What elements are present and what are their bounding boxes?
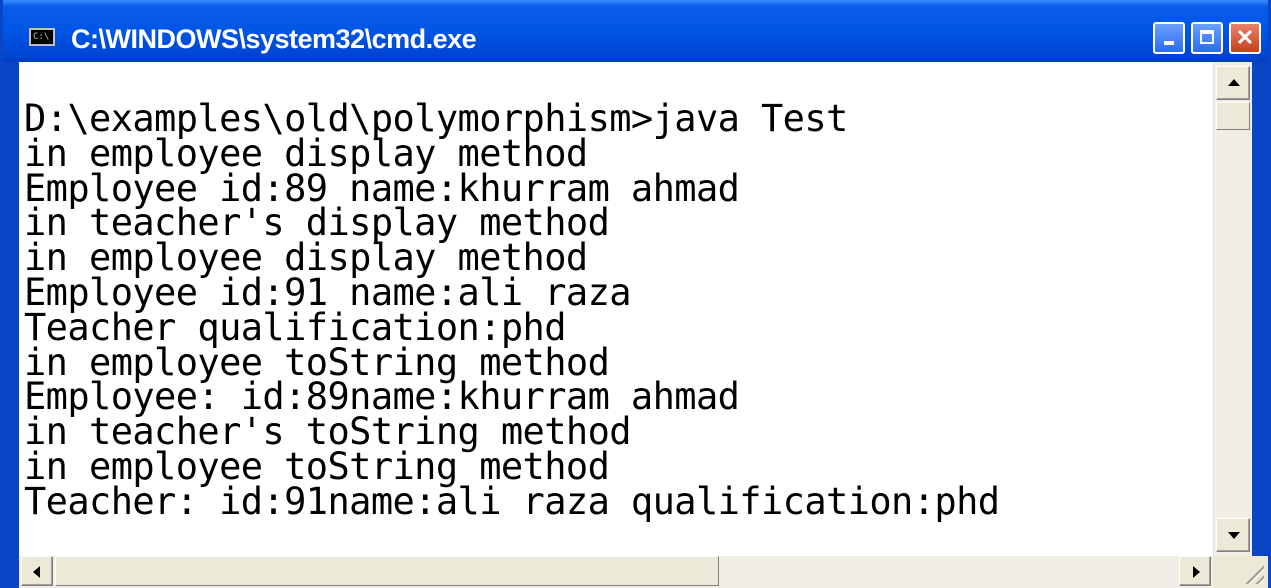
console-output-area[interactable]: D:\examples\old\polymorphism>java Test in… bbox=[19, 62, 1213, 556]
minimize-icon bbox=[1164, 41, 1174, 45]
scroll-up-icon bbox=[1228, 79, 1240, 86]
cmd-icon-glyph: C:\ bbox=[33, 32, 50, 42]
console-window: C:\ C:\WINDOWS\system32\cmd.exe ✕ D:\exa… bbox=[0, 0, 1271, 588]
window-title: C:\WINDOWS\system32\cmd.exe bbox=[71, 24, 477, 54]
console-line: Teacher: id:91name:ali raza qualificatio… bbox=[24, 479, 1000, 523]
maximize-button[interactable] bbox=[1191, 22, 1223, 54]
scroll-left-button[interactable] bbox=[21, 556, 53, 586]
console-text: D:\examples\old\polymorphism>java Test in… bbox=[24, 100, 1000, 523]
horizontal-scrollbar[interactable] bbox=[19, 556, 1213, 588]
minimize-button[interactable] bbox=[1153, 22, 1185, 54]
maximize-icon bbox=[1200, 30, 1214, 44]
cmd-console-icon[interactable]: C:\ bbox=[29, 28, 55, 46]
scroll-down-icon bbox=[1228, 532, 1240, 539]
close-icon: ✕ bbox=[1235, 25, 1255, 50]
vertical-scroll-thumb[interactable] bbox=[1216, 102, 1250, 130]
scroll-right-button[interactable] bbox=[1179, 556, 1211, 586]
vertical-scrollbar[interactable] bbox=[1213, 62, 1252, 556]
horizontal-scroll-thumb[interactable] bbox=[55, 556, 719, 586]
scroll-left-icon bbox=[33, 566, 40, 578]
resize-grip[interactable] bbox=[1213, 556, 1268, 588]
resize-grip-icon bbox=[1242, 562, 1264, 584]
close-button[interactable]: ✕ bbox=[1229, 22, 1261, 54]
scroll-down-button[interactable] bbox=[1216, 518, 1250, 552]
scroll-right-icon bbox=[1193, 566, 1200, 578]
title-bar[interactable]: C:\ C:\WINDOWS\system32\cmd.exe ✕ bbox=[3, 0, 1268, 62]
scroll-up-button[interactable] bbox=[1216, 66, 1250, 100]
